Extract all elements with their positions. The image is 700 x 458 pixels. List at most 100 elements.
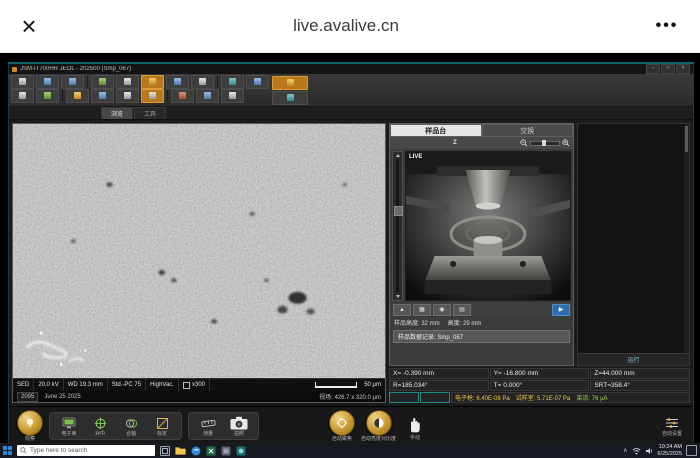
z-up-icon[interactable]: [396, 154, 400, 157]
settings-button[interactable]: [61, 75, 84, 89]
queue-scroll-thumb[interactable]: [685, 126, 688, 152]
calibration-button[interactable]: 标定: [149, 415, 175, 437]
speaker-icon[interactable]: [645, 447, 654, 455]
auto-brightness-contrast-button[interactable]: 自动亮度对比度: [361, 410, 396, 442]
taskbar-clock[interactable]: 10:24 AM 6/25/2025: [658, 444, 682, 457]
capture-tools-group: 测量 拍照: [188, 412, 259, 440]
action-center-icon[interactable]: [686, 445, 697, 456]
readout-toggle-2[interactable]: [420, 392, 450, 403]
freeze-button[interactable]: [116, 75, 139, 89]
export-button[interactable]: [36, 89, 59, 103]
acquisition-date: June 25 2025: [44, 394, 80, 400]
edge-icon[interactable]: [191, 446, 201, 456]
z-down-icon[interactable]: [396, 295, 400, 298]
file-explorer-icon[interactable]: [175, 446, 186, 455]
mag-mode-icon: [183, 382, 190, 389]
tray-chevron-icon[interactable]: ∧: [623, 447, 627, 454]
menu-icon[interactable]: •••: [634, 17, 700, 35]
tab-stage[interactable]: 样品台: [390, 124, 482, 137]
beam-current-value: 束流: 76 μA: [576, 393, 607, 402]
zoom-slider[interactable]: [530, 141, 560, 146]
tab-exchange[interactable]: 交换: [482, 124, 574, 137]
save-button[interactable]: [36, 75, 59, 89]
z-slider[interactable]: [392, 151, 403, 301]
bottom-toolbar: 观察 电子束 对中 合轴 标定: [9, 406, 693, 445]
filter-icon: [287, 79, 294, 86]
camera-icon: [230, 416, 248, 430]
excel-icon[interactable]: [206, 446, 216, 456]
measure-button[interactable]: 测量: [195, 415, 221, 437]
vent-button[interactable]: [171, 89, 194, 103]
integration-icon: [199, 78, 206, 85]
stage-up-button[interactable]: ▲: [393, 304, 411, 316]
maximize-button[interactable]: □: [661, 64, 675, 74]
manual-mode-button[interactable]: 手动: [402, 411, 428, 441]
open-icon: [19, 92, 26, 99]
photo-button[interactable]: 拍照: [226, 415, 252, 437]
start-button[interactable]: [3, 446, 12, 455]
help-button[interactable]: [221, 89, 244, 103]
scale-bar: [315, 382, 357, 388]
stage-move-button[interactable]: [91, 89, 114, 103]
right-column: 样品台 交换 Z: [389, 123, 690, 403]
queue-scrollbar[interactable]: [684, 124, 689, 353]
sem-image[interactable]: [13, 124, 385, 378]
integration-button[interactable]: [191, 75, 214, 89]
autofocus-button[interactable]: 自动聚焦: [329, 410, 355, 442]
frame-counter[interactable]: 2095: [17, 392, 38, 402]
autofocus-icon: [336, 417, 348, 429]
sem-info-bar: 2095 June 25 2025 视场: 426.7 x 320.0 μm: [13, 391, 385, 402]
z-slider-thumb[interactable]: [394, 206, 403, 216]
minimize-button[interactable]: –: [646, 64, 660, 74]
beam-monitor-button[interactable]: 电子束: [56, 415, 82, 437]
close-icon[interactable]: ×: [0, 13, 58, 39]
open-button[interactable]: [11, 89, 34, 103]
alignment-button[interactable]: 合轴: [118, 415, 144, 437]
sample-record[interactable]: 样品数据记录: Smp_067: [393, 330, 570, 343]
app-titlebar[interactable]: JSM-IT700HR JEOL - 202500 (Smp_067) – □ …: [9, 64, 693, 74]
window-title: JSM-IT700HR JEOL - 202500 (Smp_067): [20, 66, 131, 72]
layout-button[interactable]: ▤: [453, 304, 471, 316]
snapshot-icon: [124, 92, 131, 99]
annotate-button[interactable]: [246, 75, 269, 89]
auto-setup-button[interactable]: 自动设置: [659, 415, 685, 437]
live-view-button[interactable]: [141, 89, 164, 103]
taskview-icon[interactable]: [160, 446, 170, 456]
freeze-icon: [124, 78, 131, 85]
taskbar-search[interactable]: Type here to search: [17, 445, 155, 456]
live-icon: [149, 92, 156, 99]
wifi-icon[interactable]: [632, 447, 641, 455]
readout-toggle-1[interactable]: [389, 392, 419, 403]
evac-button[interactable]: [196, 89, 219, 103]
file-button[interactable]: [11, 75, 34, 89]
tray-date: 6/25/2025: [658, 451, 682, 458]
zoom-out-icon[interactable]: [520, 139, 528, 147]
app-icon-gray[interactable]: [221, 446, 231, 456]
zoom-in-icon[interactable]: [562, 139, 570, 147]
tab-browse[interactable]: 浏览: [101, 107, 133, 119]
filter-on-button[interactable]: [272, 76, 308, 90]
chamber-camera-view[interactable]: LIVE: [405, 151, 571, 301]
probe-current-value: Std.-PC 75: [108, 379, 146, 391]
scan-speed-button[interactable]: [166, 75, 189, 89]
observe-mode-button[interactable]: [91, 75, 114, 89]
window-close-button[interactable]: ×: [676, 64, 690, 74]
zoom-slider-thumb[interactable]: [542, 140, 546, 146]
camera-capture-button[interactable]: ◉: [433, 304, 451, 316]
filter-off-button[interactable]: [272, 91, 308, 105]
search-icon: [20, 447, 27, 454]
measure-tool-button[interactable]: [221, 75, 244, 89]
beam-on-button[interactable]: [66, 89, 89, 103]
file-icon: [19, 78, 26, 85]
remote-desktop: JSM-IT700HR JEOL - 202500 (Smp_067) – □ …: [0, 52, 700, 458]
snapshot-button[interactable]: [116, 89, 139, 103]
grid-button[interactable]: ▦: [413, 304, 431, 316]
scan-mode-button[interactable]: [141, 75, 164, 89]
centering-button[interactable]: 对中: [87, 415, 113, 437]
tab-tools[interactable]: 工具: [134, 107, 166, 119]
play-button[interactable]: ▶: [552, 304, 570, 316]
run-button[interactable]: 运行: [578, 353, 689, 365]
observe-button[interactable]: 观察: [17, 410, 43, 442]
camera-zoom-control[interactable]: [520, 139, 570, 147]
app-icon-teal[interactable]: [236, 446, 246, 456]
